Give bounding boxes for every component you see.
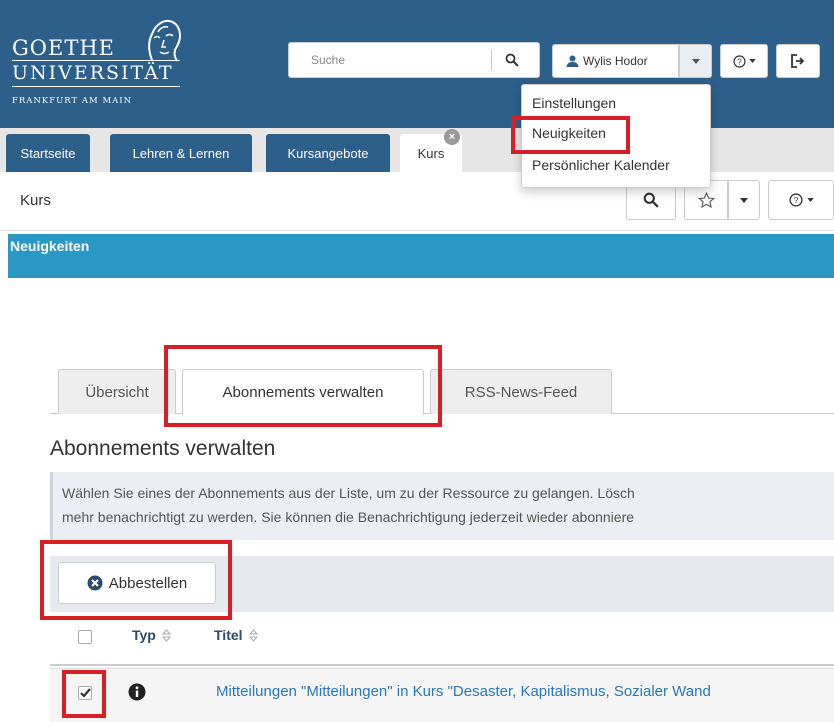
tab-label: RSS-News-Feed xyxy=(464,383,578,401)
help-menu-button[interactable]: ? xyxy=(720,44,768,78)
svg-text:?: ? xyxy=(737,57,742,66)
goethe-portrait-icon xyxy=(148,19,182,62)
highlight-box-row-checkbox xyxy=(62,670,106,718)
tab-uebersicht[interactable]: Übersicht xyxy=(58,369,176,414)
user-name: Wylis Hodor xyxy=(583,54,648,68)
logo-divider xyxy=(12,60,180,61)
select-all-checkbox[interactable] xyxy=(78,630,92,644)
row-title-link[interactable]: Mitteilungen "Mitteilungen" in Kurs "Des… xyxy=(216,683,711,700)
logo-line-1: GOETHE xyxy=(12,36,115,60)
info-text-line-1: Wählen Sie eines der Abonnements aus der… xyxy=(62,485,635,501)
caret-down-icon xyxy=(691,58,700,64)
user-icon xyxy=(566,55,579,67)
help-icon: ? xyxy=(732,54,746,68)
tab-label: Startseite xyxy=(20,145,76,161)
sort-icon xyxy=(248,628,258,642)
separator xyxy=(0,230,834,231)
column-header-titel[interactable]: Titel xyxy=(214,627,258,643)
news-title-bar xyxy=(8,234,834,278)
highlight-box-abonnements-tab xyxy=(164,345,442,427)
info-box xyxy=(50,472,834,540)
page-title: Kurs xyxy=(20,192,51,209)
tab-kursangebote[interactable]: Kursangebote xyxy=(266,134,390,172)
logo-divider-2 xyxy=(12,86,180,87)
search-button[interactable] xyxy=(491,49,531,71)
column-header-typ[interactable]: Typ xyxy=(132,627,171,643)
svg-text:?: ? xyxy=(793,195,798,205)
tab-rss-news-feed[interactable]: RSS-News-Feed xyxy=(430,369,612,414)
info-icon xyxy=(128,683,146,701)
sort-icon xyxy=(161,628,171,642)
tab-label: Kursangebote xyxy=(287,145,369,161)
logout-icon xyxy=(791,54,805,68)
course-help-button[interactable]: ? xyxy=(768,180,834,220)
caret-down-icon xyxy=(740,197,748,203)
university-logo[interactable]: GOETHE UNIVERSITÄT FRANKFURT AM MAIN xyxy=(12,14,192,114)
tab-label: Lehren & Lernen xyxy=(132,145,230,161)
search-icon xyxy=(505,53,519,67)
search-input[interactable] xyxy=(289,43,489,77)
caret-down-icon xyxy=(748,59,756,63)
logo-line-3: FRANKFURT AM MAIN xyxy=(12,96,133,106)
info-text-line-2: mehr benachrichtigt zu werden. Sie könne… xyxy=(62,509,635,525)
column-label: Typ xyxy=(132,627,156,643)
bookmark-dropdown-toggle[interactable] xyxy=(728,180,760,220)
help-icon: ? xyxy=(788,193,803,207)
logo-line-2: UNIVERSITÄT xyxy=(12,62,174,84)
search-group xyxy=(288,42,540,78)
caret-down-icon xyxy=(806,198,814,202)
user-menu-button[interactable]: Wylis Hodor xyxy=(552,44,679,78)
menu-item-kalender[interactable]: Persönlicher Kalender xyxy=(532,157,670,173)
menu-item-einstellungen[interactable]: Einstellungen xyxy=(532,95,616,111)
highlight-box-neuigkeiten xyxy=(511,116,630,154)
star-icon xyxy=(697,191,715,208)
news-title: Neuigkeiten xyxy=(10,238,90,254)
close-tab-icon[interactable]: × xyxy=(444,129,460,145)
tab-lehren-lernen[interactable]: Lehren & Lernen xyxy=(110,134,252,172)
tab-label: Kurs xyxy=(417,145,445,161)
tab-startseite[interactable]: Startseite xyxy=(6,134,90,172)
highlight-box-abbestellen xyxy=(40,540,232,620)
search-icon xyxy=(643,192,659,208)
user-dropdown-toggle[interactable] xyxy=(679,44,712,78)
logout-button[interactable] xyxy=(776,44,820,78)
section-heading: Abonnements verwalten xyxy=(50,437,276,460)
column-label: Titel xyxy=(214,627,243,643)
tab-label: Übersicht xyxy=(85,383,149,401)
